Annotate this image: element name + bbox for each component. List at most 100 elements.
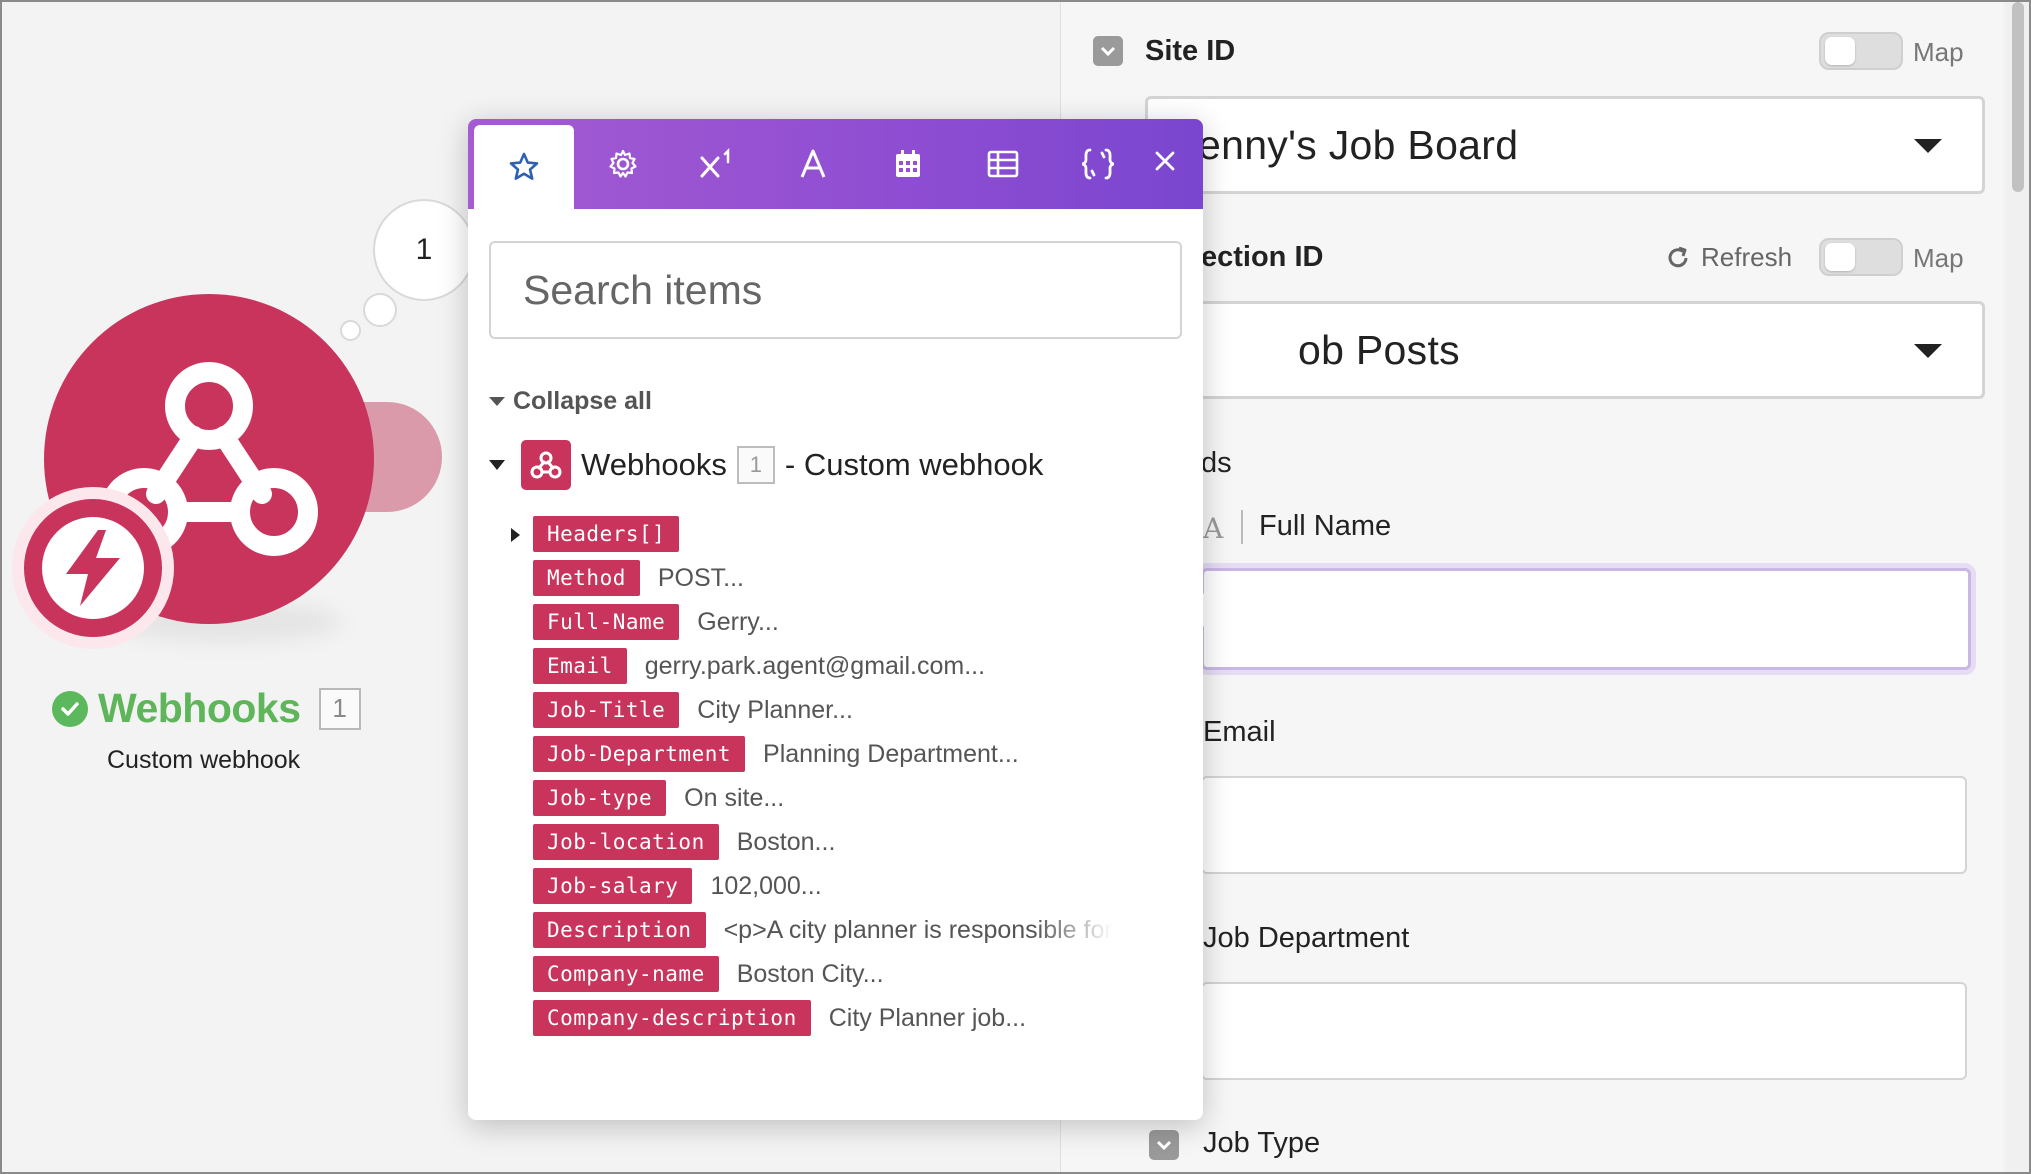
item-pill[interactable]: Job-type	[533, 780, 667, 816]
job-type-checkbox[interactable]	[1149, 1130, 1179, 1160]
module-title[interactable]: Webhooks	[98, 685, 301, 732]
item-pill[interactable]: Job-Department	[533, 736, 746, 772]
item-value: Boston...	[736, 827, 836, 856]
collection-id-map-label: Map	[1913, 243, 1964, 273]
item-value: Planning Department...	[763, 739, 1019, 768]
tab-array-functions[interactable]	[958, 119, 1048, 209]
table-icon	[987, 150, 1019, 178]
item-job-type[interactable]: Job-type On site...	[513, 779, 784, 817]
item-pill[interactable]: Full-Name	[533, 604, 680, 640]
site-id-map-toggle[interactable]	[1819, 32, 1903, 70]
collapse-all-label: Collapse all	[513, 387, 652, 415]
item-pill[interactable]: Company-description	[533, 1000, 811, 1036]
collection-id-value: ob Posts	[1298, 326, 1460, 373]
item-email[interactable]: Email gerry.park.agent@gmail.com...	[513, 647, 985, 685]
triangle-right-icon[interactable]	[511, 528, 520, 542]
item-value: On site...	[684, 783, 785, 812]
module-tree-count: 1	[736, 446, 775, 484]
item-value: 102,000...	[710, 871, 822, 900]
close-icon	[1155, 151, 1175, 171]
item-job-location[interactable]: Job-location Boston...	[513, 823, 835, 861]
tab-date-functions[interactable]	[858, 119, 958, 209]
tab-custom-functions[interactable]	[1048, 119, 1148, 209]
chevron-down-icon	[1100, 46, 1116, 57]
collection-id-map-toggle[interactable]	[1819, 238, 1903, 276]
superscript-icon	[700, 148, 730, 178]
module-output-connector[interactable]	[362, 402, 442, 512]
webhook-icon	[521, 440, 571, 490]
form-scrollbar[interactable]	[2006, 2, 2029, 1172]
module-tree-description: - Custom webhook	[784, 447, 1044, 482]
item-job-department[interactable]: Job-Department Planning Department...	[513, 735, 1019, 773]
scrollbar-thumb[interactable]	[2012, 2, 2024, 192]
item-description[interactable]: Description <p>A city planner is respons…	[513, 911, 1113, 949]
item-pill[interactable]: Job-location	[533, 824, 719, 860]
refresh-label: Refresh	[1701, 242, 1793, 272]
item-company-name[interactable]: Company-name Boston City...	[513, 955, 884, 993]
tab-favorites[interactable]	[474, 125, 574, 209]
item-value: POST...	[657, 563, 744, 592]
app-frame: 1 Webhooks 1 Custom webhook Site ID Map …	[0, 0, 2031, 1174]
module-label: Webhooks 1	[52, 685, 361, 732]
site-id-checkbox[interactable]	[1093, 36, 1123, 66]
item-job-salary[interactable]: Job-salary 102,000...	[513, 867, 822, 905]
item-method[interactable]: Method POST...	[513, 559, 744, 597]
calendar-icon	[896, 150, 920, 177]
module-count: 1	[318, 687, 361, 730]
tab-text-functions[interactable]	[768, 119, 858, 209]
item-pill[interactable]: Job-Title	[533, 692, 680, 728]
tab-math-functions[interactable]	[668, 119, 768, 209]
operation-count-bubble[interactable]: 1	[373, 199, 475, 301]
job-type-label: Job Type	[1203, 1127, 1321, 1159]
chevron-down-icon	[1156, 1140, 1172, 1151]
tab-general-functions[interactable]	[578, 119, 668, 209]
item-value: gerry.park.agent@gmail.com...	[644, 651, 986, 680]
item-value: Gerry...	[697, 607, 779, 636]
collapse-all-button[interactable]: Collapse all	[489, 387, 652, 416]
item-value: Boston City...	[736, 959, 884, 988]
search-items-field[interactable]	[489, 241, 1182, 339]
item-full-name[interactable]: Full-Name Gerry...	[513, 603, 779, 641]
email-label: Email	[1203, 716, 1276, 748]
site-id-select[interactable]: enny's Job Board	[1145, 96, 1985, 194]
item-value: <p>A city planner is responsible for	[723, 915, 1113, 944]
triangle-down-icon	[489, 397, 505, 406]
mapping-panel: Collapse all Webhooks 1 - Custom webhook…	[468, 119, 1203, 1120]
collection-id-select[interactable]: ob Posts	[1145, 301, 1985, 399]
item-pill[interactable]: Job-salary	[533, 868, 693, 904]
operation-count: 1	[415, 233, 433, 266]
item-company-description[interactable]: Company-description City Planner job...	[513, 999, 1026, 1037]
email-input[interactable]	[1201, 776, 1967, 874]
site-id-map-label: Map	[1913, 37, 1964, 67]
item-pill[interactable]: Method	[533, 560, 640, 596]
module-subtitle: Custom webhook	[107, 746, 301, 774]
item-pill[interactable]: Email	[533, 648, 627, 684]
instant-trigger-badge	[12, 487, 174, 649]
close-popup-button[interactable]	[1145, 141, 1185, 181]
site-id-label: Site ID	[1145, 35, 1236, 67]
text-type-icon: A	[1203, 512, 1224, 545]
site-id-value: enny's Job Board	[1198, 121, 1519, 168]
item-job-title[interactable]: Job-Title City Planner...	[513, 691, 853, 729]
job-department-input[interactable]	[1201, 982, 1967, 1080]
collection-id-label: ection ID	[1201, 241, 1324, 273]
braces-icon	[1081, 148, 1115, 180]
mapping-tab-bar	[468, 119, 1203, 209]
full-name-input[interactable]	[1201, 568, 1971, 670]
refresh-button[interactable]: Refresh	[1665, 242, 1792, 273]
job-department-label: Job Department	[1203, 922, 1410, 954]
item-pill[interactable]: Description	[533, 912, 706, 948]
item-headers[interactable]: Headers[]	[511, 515, 680, 553]
star-icon	[509, 152, 539, 180]
lightning-icon	[66, 530, 120, 606]
refresh-icon	[1668, 246, 1688, 267]
item-value: City Planner...	[697, 695, 853, 724]
search-input[interactable]	[523, 266, 1180, 314]
triangle-down-icon[interactable]	[489, 460, 505, 470]
item-pill[interactable]: Headers[]	[533, 516, 680, 552]
caret-down-icon	[1914, 344, 1942, 358]
text-icon	[800, 149, 826, 178]
gear-icon	[609, 149, 637, 178]
item-pill[interactable]: Company-name	[533, 956, 719, 992]
module-tree-node[interactable]: Webhooks 1 - Custom webhook	[489, 440, 1043, 490]
